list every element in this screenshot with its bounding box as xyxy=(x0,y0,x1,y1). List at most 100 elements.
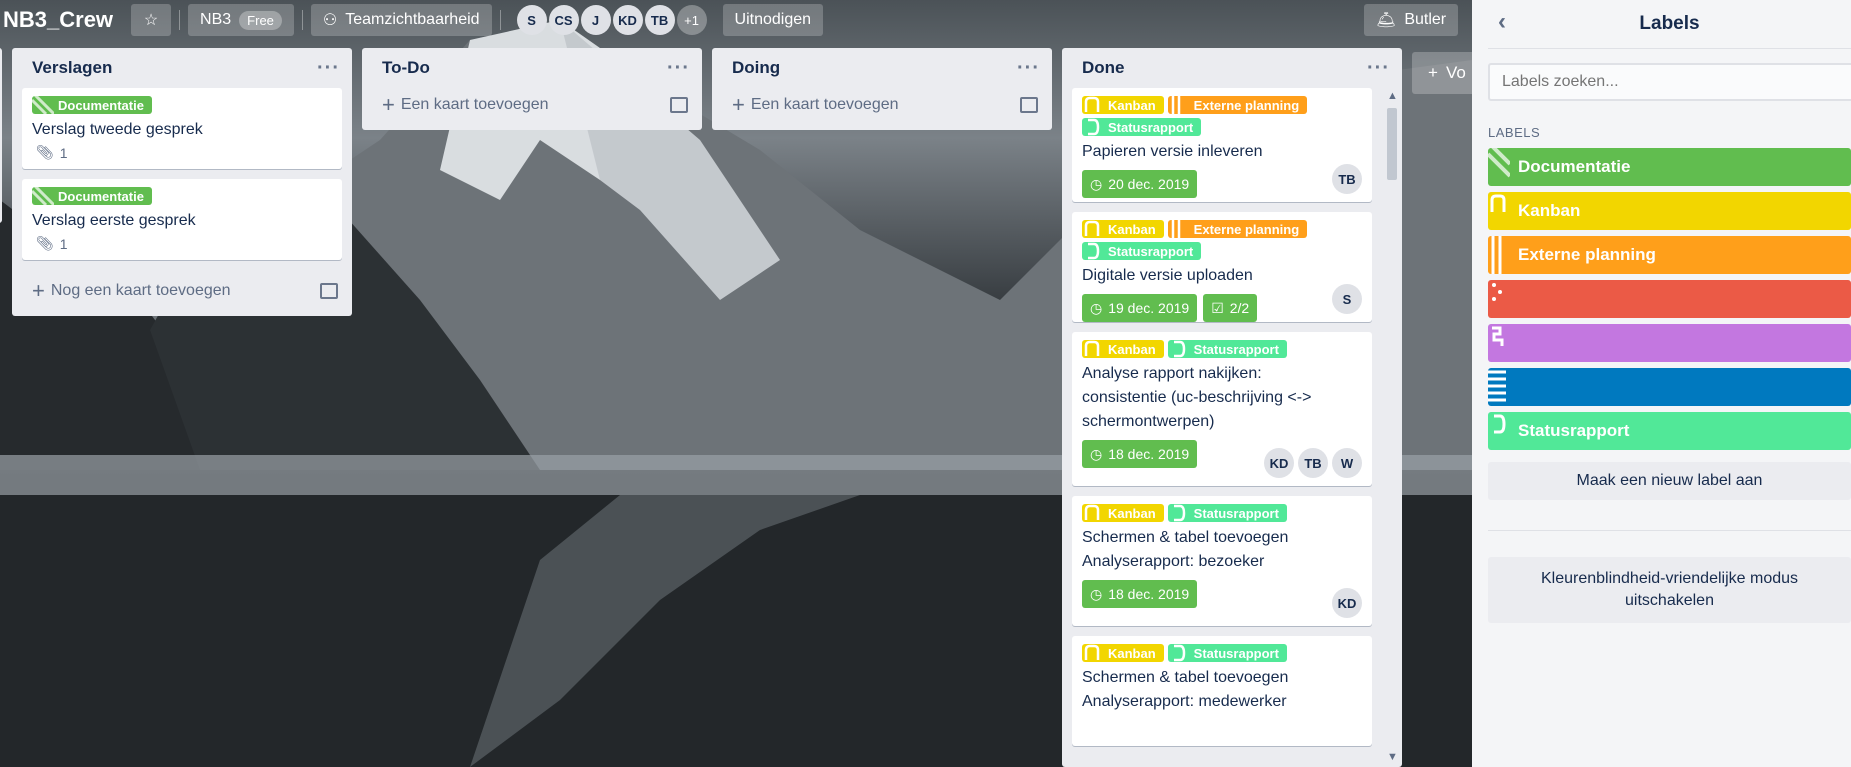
labels-search-input[interactable] xyxy=(1488,63,1851,101)
card[interactable]: Kanban Externe planning Statusrapport Di… xyxy=(1072,212,1372,322)
card-label[interactable]: Documentatie xyxy=(32,96,152,114)
due-date: 20 dec. 2019 xyxy=(1108,176,1190,192)
card-container: Kanban Externe planning Statusrapport Pa… xyxy=(1062,88,1402,746)
card[interactable]: Documentatie Verslag tweede gesprek 📎︎ 1 xyxy=(22,88,342,169)
card-label[interactable]: Statusrapport xyxy=(1082,242,1202,260)
list-title[interactable]: To-Do xyxy=(382,58,430,78)
stripe-pattern-icon xyxy=(32,187,54,205)
list-header[interactable]: Done ··· xyxy=(1062,48,1402,88)
add-card-button[interactable]: + Een kaart toevoegen xyxy=(712,88,1052,130)
card-label[interactable]: Kanban xyxy=(1082,96,1164,114)
wave-pattern-icon xyxy=(1084,644,1100,660)
header-divider xyxy=(179,10,181,30)
label-documentatie[interactable]: Documentatie xyxy=(1488,148,1851,186)
loop-pattern-icon xyxy=(1173,340,1185,358)
card-badges: ◷ 19 dec. 2019 ☑ 2/2 xyxy=(1082,294,1362,322)
header-divider xyxy=(301,10,303,30)
invite-button[interactable]: Uitnodigen xyxy=(722,4,824,36)
plus-icon: + xyxy=(32,278,45,303)
add-card-button[interactable]: + Nog een kaart toevoegen xyxy=(12,270,352,316)
offscreen-list-edge xyxy=(0,48,2,223)
due-date-badge[interactable]: ◷ 18 dec. 2019 xyxy=(1082,580,1198,608)
card[interactable]: Kanban Statusrapport Schermen & tabel to… xyxy=(1072,636,1372,746)
avatar[interactable]: S xyxy=(1332,284,1362,314)
card-template-icon[interactable] xyxy=(320,283,338,299)
card-label-text: Statusrapport xyxy=(1193,505,1279,521)
card-label[interactable]: Kanban xyxy=(1082,644,1164,662)
label-blue[interactable] xyxy=(1488,368,1851,406)
avatar[interactable]: KD xyxy=(612,5,643,35)
card-label-text: Kanban xyxy=(1108,221,1156,237)
due-date-badge[interactable]: ◷ 20 dec. 2019 xyxy=(1082,170,1198,198)
team-button[interactable]: NB3 Free xyxy=(188,4,294,36)
label-statusrapport[interactable]: Statusrapport xyxy=(1488,412,1851,450)
label-red[interactable] xyxy=(1488,280,1851,318)
list-title[interactable]: Done xyxy=(1082,58,1125,78)
card-labels: Kanban Externe planning Statusrapport xyxy=(1082,96,1362,136)
add-card-button[interactable]: + Een kaart toevoegen xyxy=(362,88,702,130)
list-title[interactable]: Verslagen xyxy=(32,58,112,78)
list-menu-icon[interactable]: ··· xyxy=(1017,57,1040,80)
card-label[interactable]: Statusrapport xyxy=(1167,504,1287,522)
list-header[interactable]: To-Do ··· xyxy=(362,48,702,88)
avatar[interactable]: KD xyxy=(1264,448,1294,478)
card[interactable]: Kanban Statusrapport Schermen & tabel to… xyxy=(1072,496,1372,626)
avatar[interactable]: J xyxy=(580,5,611,35)
scroll-down-icon[interactable]: ▼ xyxy=(1387,751,1398,763)
list-menu-icon[interactable]: ··· xyxy=(1367,57,1390,80)
card-label[interactable]: Statusrapport xyxy=(1167,644,1287,662)
more-members-button[interactable]: +1 xyxy=(676,5,707,35)
list-menu-icon[interactable]: ··· xyxy=(317,57,340,80)
scrollbar-thumb[interactable] xyxy=(1387,108,1397,180)
list-header[interactable]: Verslagen ··· xyxy=(12,48,352,88)
card[interactable]: Kanban Statusrapport Analyse rapport nak… xyxy=(1072,332,1372,486)
avatar[interactable]: W xyxy=(1332,448,1362,478)
card-label[interactable]: Documentatie xyxy=(32,187,152,205)
scroll-up-icon[interactable]: ▲ xyxy=(1387,90,1398,102)
due-date-badge[interactable]: ◷ 19 dec. 2019 xyxy=(1082,294,1198,322)
card-label[interactable]: Kanban xyxy=(1082,504,1164,522)
add-list-label: Vo xyxy=(1445,63,1466,82)
due-date: 19 dec. 2019 xyxy=(1108,300,1190,316)
create-label-button[interactable]: Maak een nieuw label aan xyxy=(1488,462,1851,500)
zigzag-pattern-icon xyxy=(1492,326,1504,346)
list-scrollbar[interactable]: ▲ ▼ xyxy=(1384,90,1400,763)
label-externe-planning[interactable]: Externe planning xyxy=(1488,236,1851,274)
attachment-badge: 📎︎ 1 xyxy=(32,144,332,161)
list-header[interactable]: Doing ··· xyxy=(712,48,1052,88)
card-label[interactable]: Statusrapport xyxy=(1167,340,1287,358)
card-badges: ◷ 20 dec. 2019 xyxy=(1082,170,1362,198)
avatar[interactable]: TB xyxy=(644,5,675,35)
avatar[interactable]: S xyxy=(516,5,547,35)
avatar[interactable]: TB xyxy=(1298,448,1328,478)
board-title[interactable]: NB3_Crew xyxy=(0,7,123,33)
card-label[interactable]: Externe planning xyxy=(1167,220,1308,238)
label-kanban[interactable]: Kanban xyxy=(1488,192,1851,230)
list-menu-icon[interactable]: ··· xyxy=(667,57,690,80)
card[interactable]: Kanban Externe planning Statusrapport Pa… xyxy=(1072,88,1372,202)
loop-pattern-icon xyxy=(1173,644,1185,662)
stripe-pattern-icon xyxy=(32,96,54,114)
card-template-icon[interactable] xyxy=(670,97,688,113)
star-button[interactable]: ☆ xyxy=(131,4,172,36)
card-label[interactable]: Externe planning xyxy=(1167,96,1308,114)
colorblind-mode-toggle[interactable]: Kleurenblindheid-vriendelijke modus uits… xyxy=(1488,557,1851,623)
list-title[interactable]: Doing xyxy=(732,58,780,78)
card-labels: Kanban Statusrapport xyxy=(1082,644,1362,662)
add-card-label: Een kaart toevoegen xyxy=(400,96,549,113)
back-arrow-icon[interactable]: ‹ xyxy=(1498,8,1506,36)
avatar[interactable]: CS xyxy=(548,5,579,35)
visibility-button[interactable]: ⚇ Teamzichtbaarheid xyxy=(310,4,492,36)
card-label[interactable]: Statusrapport xyxy=(1082,118,1202,136)
add-list-button[interactable]: + Vo xyxy=(1412,52,1472,94)
card-label[interactable]: Kanban xyxy=(1082,220,1164,238)
label-purple[interactable] xyxy=(1488,324,1851,362)
card[interactable]: Documentatie Verslag eerste gesprek 📎︎ 1 xyxy=(22,179,342,260)
card-label[interactable]: Kanban xyxy=(1082,340,1164,358)
wave-pattern-icon xyxy=(1084,340,1100,356)
avatar[interactable]: KD xyxy=(1332,588,1362,618)
avatar[interactable]: TB xyxy=(1332,164,1362,194)
card-template-icon[interactable] xyxy=(1020,97,1038,113)
butler-button[interactable]: 🛎 Butler xyxy=(1364,4,1459,36)
due-date-badge[interactable]: ◷ 18 dec. 2019 xyxy=(1082,440,1198,468)
